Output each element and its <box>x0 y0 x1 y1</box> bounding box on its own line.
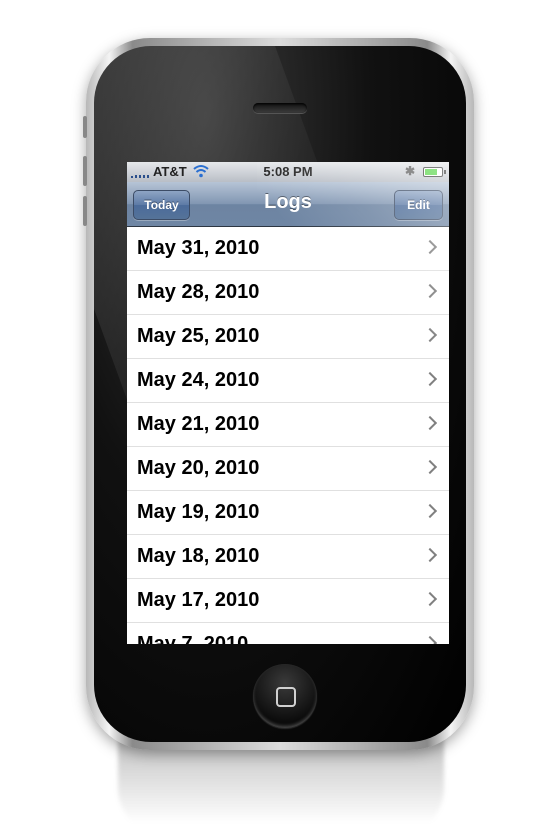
logs-list: May 31, 2010 May 28, 2010 May 25, 2010 M… <box>127 227 449 644</box>
chevron-right-icon <box>422 503 438 519</box>
log-row[interactable]: May 20, 2010 <box>127 447 449 491</box>
navigation-bar: Today Logs Edit <box>127 182 449 227</box>
log-date-label: May 7, 2010 <box>137 633 249 644</box>
mute-switch <box>83 116 87 138</box>
volume-up-button <box>83 156 87 186</box>
iphone-device: AT&T 5:08 PM ✱ Today Logs Edit May 31, 2… <box>83 38 474 750</box>
log-row[interactable]: May 7, 2010 <box>127 623 449 644</box>
log-row[interactable]: May 21, 2010 <box>127 403 449 447</box>
log-date-label: May 20, 2010 <box>137 457 260 479</box>
battery-icon <box>423 167 446 177</box>
phone-bezel: AT&T 5:08 PM ✱ Today Logs Edit May 31, 2… <box>94 46 466 742</box>
chevron-right-icon <box>422 547 438 563</box>
chevron-right-icon <box>422 459 438 475</box>
log-date-label: May 21, 2010 <box>137 413 260 435</box>
bluetooth-icon: ✱ <box>405 164 416 178</box>
volume-down-button <box>83 196 87 226</box>
battery-fill <box>425 169 437 175</box>
log-date-label: May 28, 2010 <box>137 281 260 303</box>
log-row[interactable]: May 18, 2010 <box>127 535 449 579</box>
chevron-right-icon <box>422 371 438 387</box>
log-date-label: May 19, 2010 <box>137 501 260 523</box>
chevron-right-icon <box>422 415 438 431</box>
log-date-label: May 31, 2010 <box>137 237 260 259</box>
chevron-right-icon <box>422 591 438 607</box>
log-date-label: May 17, 2010 <box>137 589 260 611</box>
phone-reflection <box>118 738 444 838</box>
status-bar: AT&T 5:08 PM ✱ <box>127 162 449 182</box>
log-row[interactable]: May 25, 2010 <box>127 315 449 359</box>
log-date-label: May 25, 2010 <box>137 325 260 347</box>
earpiece-speaker <box>253 103 307 113</box>
home-button-icon <box>276 687 296 707</box>
chevron-right-icon <box>422 239 438 255</box>
log-row[interactable]: May 31, 2010 <box>127 227 449 271</box>
log-date-label: May 18, 2010 <box>137 545 260 567</box>
chevron-right-icon <box>422 635 438 644</box>
log-row[interactable]: May 17, 2010 <box>127 579 449 623</box>
chevron-right-icon <box>422 327 438 343</box>
edit-button[interactable]: Edit <box>394 190 443 220</box>
home-button[interactable] <box>253 664 317 728</box>
log-row[interactable]: May 19, 2010 <box>127 491 449 535</box>
screen: AT&T 5:08 PM ✱ Today Logs Edit May 31, 2… <box>127 162 449 644</box>
log-date-label: May 24, 2010 <box>137 369 260 391</box>
chevron-right-icon <box>422 283 438 299</box>
status-time: 5:08 PM <box>263 164 313 179</box>
log-row[interactable]: May 28, 2010 <box>127 271 449 315</box>
log-row[interactable]: May 24, 2010 <box>127 359 449 403</box>
